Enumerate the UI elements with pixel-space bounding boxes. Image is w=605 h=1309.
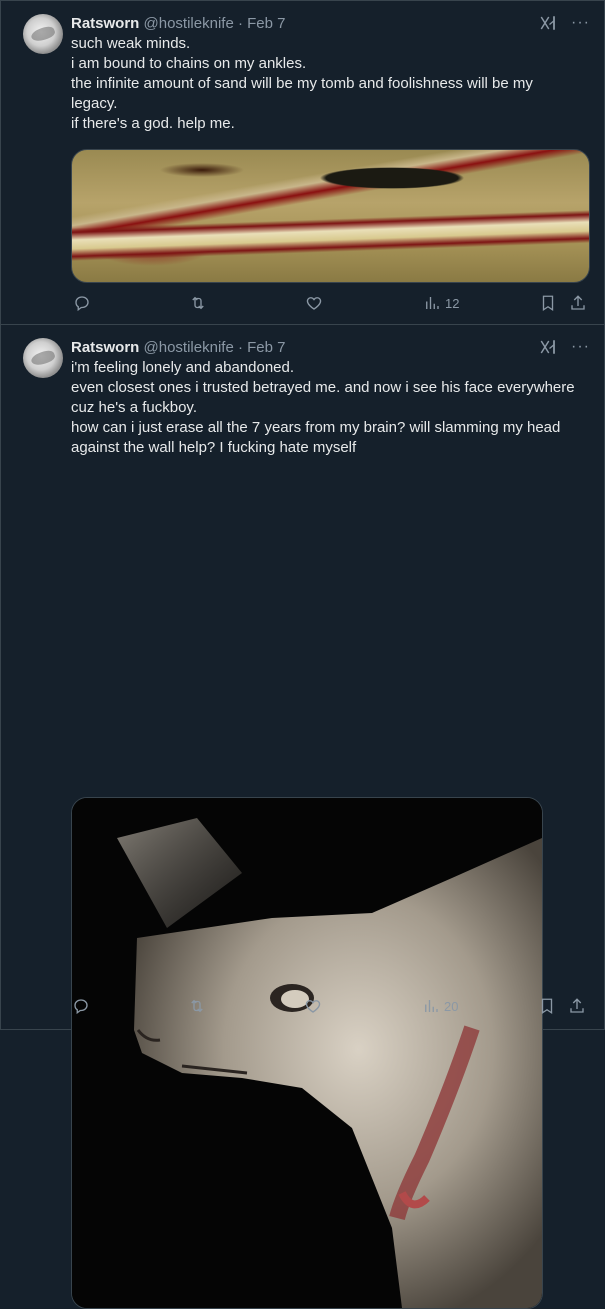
- tweet-text-line: the infinite amount of sand will be my t…: [71, 75, 533, 92]
- like-icon: [305, 1000, 321, 1013]
- repost-icon: [191, 999, 203, 1013]
- dog-illustration: [72, 798, 542, 1308]
- tweet-image[interactable]: [71, 797, 543, 1309]
- share-icon: [570, 998, 584, 1013]
- tweet-image[interactable]: [71, 149, 590, 283]
- tweet-actions: 20: [70, 996, 589, 1016]
- bookmark-icon: [542, 295, 554, 312]
- repost-icon: [192, 296, 204, 310]
- like-button[interactable]: [305, 293, 323, 313]
- like-icon: [306, 297, 322, 310]
- bookmark-button[interactable]: [538, 996, 556, 1016]
- tweet-text-line: i am bound to chains on my ankles.: [71, 55, 307, 72]
- tweet-text-line: how can i just erase all the 7 years fro…: [71, 419, 561, 436]
- separator: ·: [237, 15, 243, 32]
- tweet-text-line: i'm feeling lonely and abandoned.: [71, 359, 295, 376]
- tweet-header: Ratsworn @hostileknife · Feb 7: [71, 14, 588, 34]
- author-name[interactable]: Ratsworn: [71, 15, 139, 32]
- tweet-text-line: legacy.: [71, 95, 118, 112]
- tweet-date[interactable]: Feb 7: [247, 15, 285, 32]
- views-button[interactable]: 20: [422, 996, 458, 1016]
- tweet-text-line: even closest ones i trusted betrayed me.…: [71, 379, 575, 396]
- views-icon: [425, 1000, 438, 1012]
- reply-button[interactable]: [73, 293, 91, 313]
- tweet-text-line: such weak minds.: [71, 35, 191, 52]
- tweet-text-line: against the wall help? I fucking hate my…: [71, 439, 357, 456]
- share-button[interactable]: [568, 996, 586, 1016]
- tweet-text-line: cuz he's a fuckboy.: [71, 399, 197, 416]
- views-count: 20: [444, 998, 459, 1014]
- reply-icon: [74, 999, 88, 1015]
- share-button[interactable]: [569, 293, 587, 313]
- reply-icon: [75, 296, 89, 312]
- reply-button[interactable]: [72, 996, 90, 1016]
- views-count: 12: [445, 295, 460, 311]
- tweet-text: i'm feeling lonely and abandoned. even c…: [71, 358, 588, 458]
- tweet-text-line: if there's a god. help me.: [71, 115, 235, 132]
- bookmark-button[interactable]: [539, 293, 557, 313]
- author-handle[interactable]: @hostileknife: [144, 15, 234, 32]
- tweet[interactable]: ··· Ratsworn @hostileknife · Feb 7 i'm f…: [0, 325, 605, 1309]
- bookmark-icon: [541, 998, 553, 1015]
- avatar[interactable]: [23, 14, 63, 54]
- avatar[interactable]: [23, 338, 63, 378]
- tweet-text: such weak minds. i am bound to chains on…: [71, 34, 588, 134]
- repost-button[interactable]: [188, 996, 206, 1016]
- share-icon: [571, 295, 585, 310]
- views-button[interactable]: 12: [423, 293, 459, 313]
- tweet-actions: 12: [71, 293, 588, 313]
- repost-button[interactable]: [189, 293, 207, 313]
- views-icon: [426, 297, 439, 309]
- tweet-actions: [71, 325, 588, 345]
- like-button[interactable]: [304, 996, 322, 1016]
- tweet[interactable]: ··· Ratsworn @hostileknife · Feb 7 such …: [0, 0, 605, 325]
